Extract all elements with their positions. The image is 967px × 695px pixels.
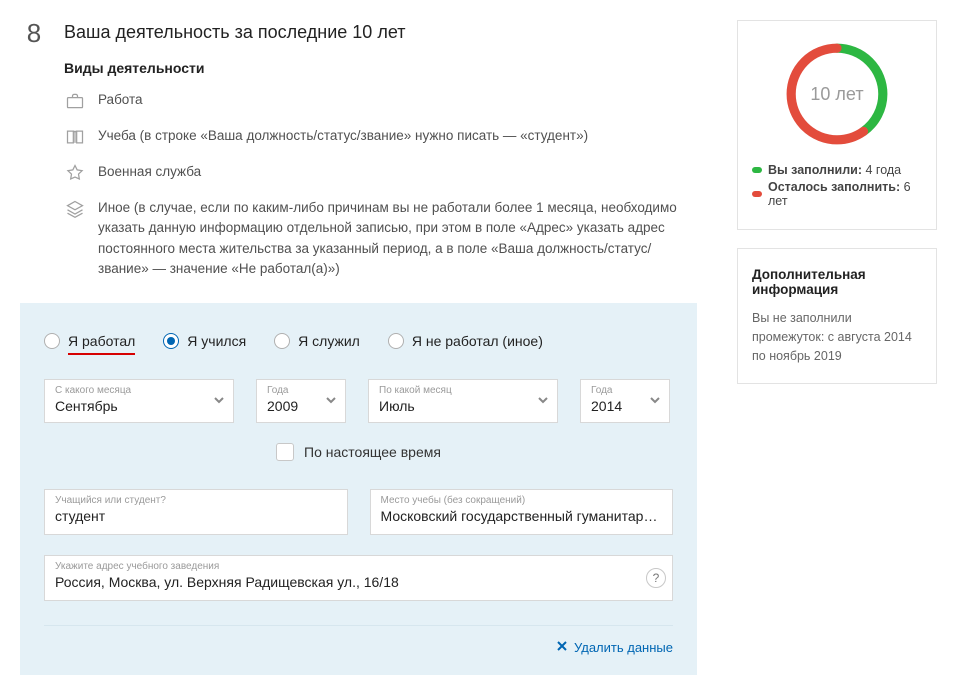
step-number: 8 (20, 20, 48, 46)
category-other: Иное (в случае, если по каким-либо причи… (64, 198, 697, 279)
chevron-down-icon (649, 393, 661, 409)
categories-subtitle: Виды деятельности (64, 60, 697, 76)
address-help-button[interactable]: ? (646, 568, 666, 588)
legend-done-label: Вы заполнили: (768, 163, 862, 177)
star-icon (64, 162, 86, 184)
from-month-value: Сентябрь (55, 398, 223, 414)
legend-remain: Осталось заполнить: 6 лет (752, 180, 922, 208)
address-field[interactable]: Укажите адрес учебного заведения Россия,… (44, 555, 673, 601)
legend-done-value: 4 года (866, 163, 902, 177)
chevron-down-icon (325, 393, 337, 409)
to-month-label: По какой месяц (379, 386, 547, 396)
to-year-select[interactable]: Года 2014 (580, 379, 670, 423)
present-checkbox[interactable] (276, 443, 294, 461)
progress-donut: 10 лет (782, 39, 892, 149)
status-value: студент (55, 508, 337, 526)
info-card-text: Вы не заполнили промежуток: с августа 20… (752, 309, 922, 365)
step-title: Ваша деятельность за последние 10 лет (64, 20, 405, 43)
radio-studied-label: Я учился (187, 333, 246, 349)
info-card: Дополнительная информация Вы не заполнил… (737, 248, 937, 384)
close-icon (556, 640, 568, 655)
activity-entry-panel: Я работал Я учился Я служил Я не работал… (20, 303, 697, 675)
category-other-label: Иное (в случае, если по каким-либо причи… (98, 198, 697, 279)
study-place-value: Московский государственный гуманитарный (381, 508, 663, 526)
to-month-select[interactable]: По какой месяц Июль (368, 379, 558, 423)
category-army: Военная служба (64, 162, 697, 184)
address-label: Укажите адрес учебного заведения (55, 562, 662, 572)
layers-icon (64, 198, 86, 220)
legend-remain-label: Осталось заполнить: (768, 180, 900, 194)
from-year-select[interactable]: Года 2009 (256, 379, 346, 423)
radio-served[interactable]: Я служил (274, 333, 360, 349)
chevron-down-icon (537, 393, 549, 409)
radio-worked-label: Я работал (68, 333, 135, 349)
category-work: Работа (64, 90, 697, 112)
study-place-field[interactable]: Место учебы (без сокращений) Московский … (370, 489, 674, 535)
radio-worked[interactable]: Я работал (44, 333, 135, 349)
present-label: По настоящее время (304, 444, 441, 460)
activity-type-radios: Я работал Я учился Я служил Я не работал… (44, 333, 673, 349)
delete-entry-label: Удалить данные (574, 640, 673, 655)
category-study-label: Учеба (в строке «Ваша должность/статус/з… (98, 126, 588, 146)
legend-done: Вы заполнили: 4 года (752, 163, 922, 177)
radio-idle-label: Я не работал (иное) (412, 333, 543, 349)
book-icon (64, 126, 86, 148)
status-label: Учащийся или студент? (55, 496, 337, 506)
donut-center-text: 10 лет (782, 39, 892, 149)
radio-served-label: Я служил (298, 333, 360, 349)
study-place-label: Место учебы (без сокращений) (381, 496, 663, 506)
category-army-label: Военная служба (98, 162, 201, 182)
delete-entry-link[interactable]: Удалить данные (556, 640, 673, 655)
status-field[interactable]: Учащийся или студент? студент (44, 489, 348, 535)
info-card-title: Дополнительная информация (752, 267, 922, 297)
radio-studied[interactable]: Я учился (163, 333, 246, 349)
progress-card: 10 лет Вы заполнили: 4 года Осталось зап… (737, 20, 937, 230)
briefcase-icon (64, 90, 86, 112)
radio-idle[interactable]: Я не работал (иное) (388, 333, 543, 349)
category-work-label: Работа (98, 90, 143, 110)
to-month-value: Июль (379, 398, 547, 414)
address-value: Россия, Москва, ул. Верхняя Радищевская … (55, 574, 662, 592)
category-study: Учеба (в строке «Ваша должность/статус/з… (64, 126, 697, 148)
chevron-down-icon (213, 393, 225, 409)
from-month-label: С какого месяца (55, 386, 223, 396)
from-month-select[interactable]: С какого месяца Сентябрь (44, 379, 234, 423)
